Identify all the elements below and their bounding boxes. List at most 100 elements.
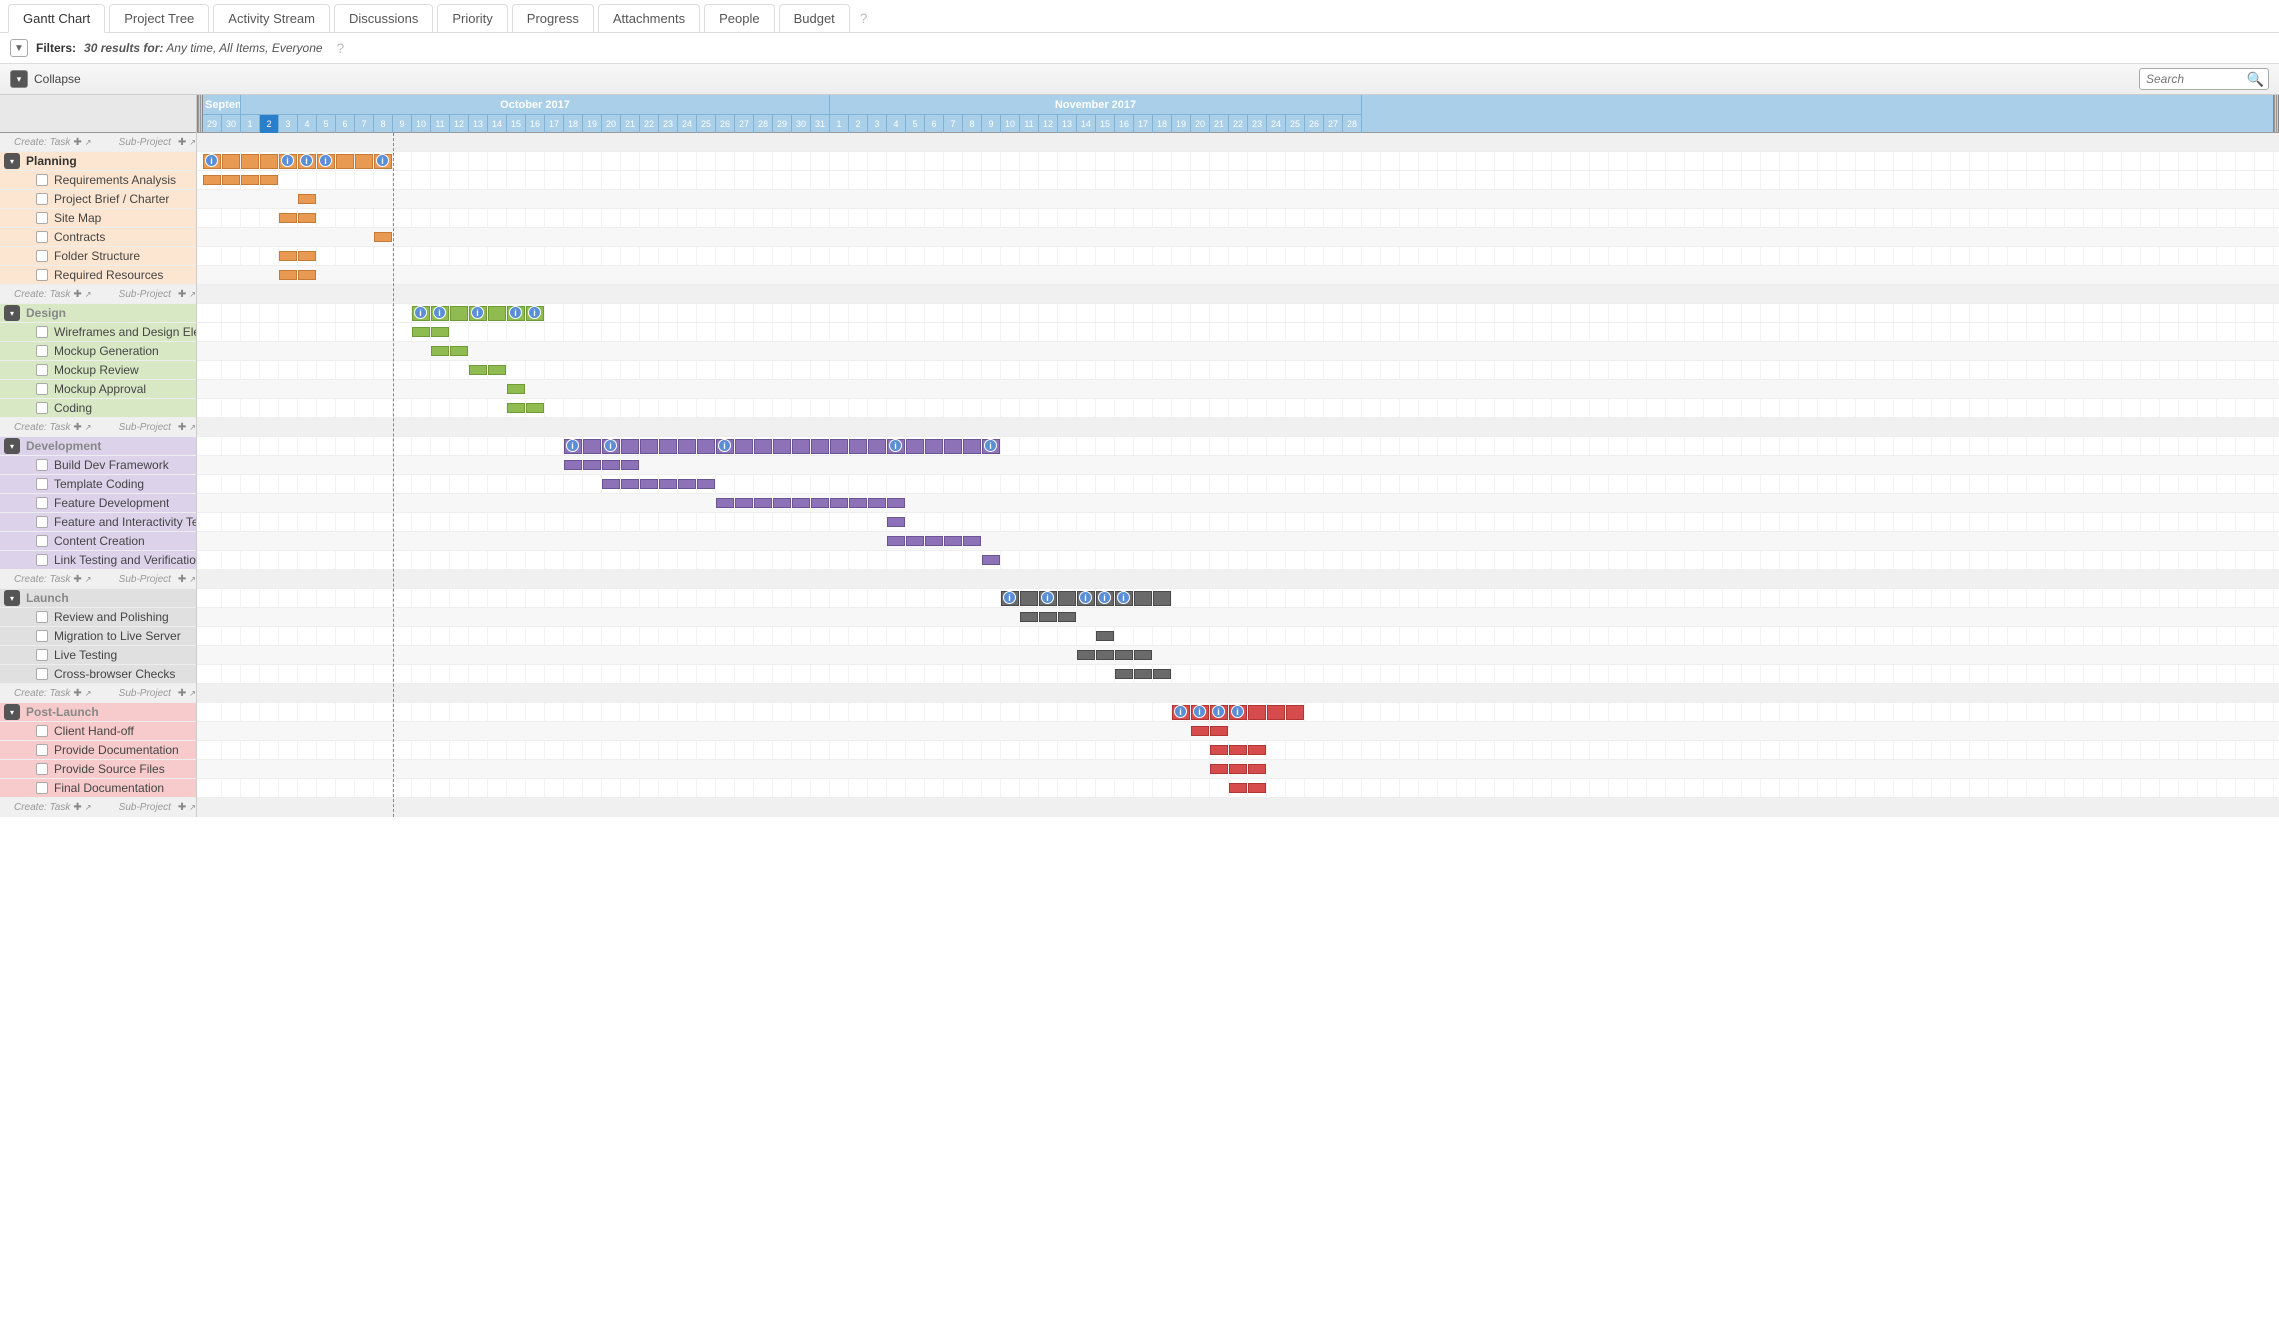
- day-cell[interactable]: 28: [1343, 114, 1362, 133]
- task-bar-segment[interactable]: [1039, 612, 1057, 622]
- help-icon[interactable]: ?: [337, 40, 345, 56]
- task-bar-segment[interactable]: [241, 175, 259, 185]
- task-bar-segment[interactable]: [887, 517, 905, 527]
- task-bar-segment[interactable]: [735, 498, 753, 508]
- task-bar-segment[interactable]: [526, 403, 544, 413]
- day-cell[interactable]: 1: [830, 114, 849, 133]
- task-checkbox[interactable]: [36, 383, 48, 395]
- task-bar-segment[interactable]: [279, 251, 297, 261]
- day-cell[interactable]: 28: [754, 114, 773, 133]
- create-subproject-label[interactable]: Sub-Project: [119, 289, 171, 300]
- info-icon[interactable]: i: [1193, 705, 1206, 718]
- expand-subproject-icon[interactable]: ↗: [189, 290, 196, 299]
- task-label[interactable]: Wireframes and Design Elem: [54, 325, 196, 339]
- day-cell[interactable]: 10: [1001, 114, 1020, 133]
- task-bar-segment[interactable]: [203, 175, 221, 185]
- day-cell[interactable]: 7: [355, 114, 374, 133]
- expand-subproject-icon[interactable]: ↗: [189, 575, 196, 584]
- expand-task-icon[interactable]: ↗: [85, 138, 92, 147]
- day-cell[interactable]: 18: [564, 114, 583, 133]
- task-checkbox[interactable]: [36, 763, 48, 775]
- task-bar-segment[interactable]: [469, 365, 487, 375]
- task-bar-segment[interactable]: [298, 213, 316, 223]
- info-icon[interactable]: i: [1079, 591, 1092, 604]
- task-bar-segment[interactable]: [1210, 764, 1228, 774]
- task-checkbox[interactable]: [36, 193, 48, 205]
- expand-task-icon[interactable]: ↗: [85, 423, 92, 432]
- expand-task-icon[interactable]: ↗: [85, 575, 92, 584]
- day-cell[interactable]: 7: [944, 114, 963, 133]
- day-cell[interactable]: 24: [1267, 114, 1286, 133]
- task-bar-segment[interactable]: [374, 232, 392, 242]
- day-cell[interactable]: 17: [545, 114, 564, 133]
- day-cell[interactable]: 8: [963, 114, 982, 133]
- collapse-label[interactable]: Collapse: [34, 72, 81, 86]
- task-checkbox[interactable]: [36, 212, 48, 224]
- task-bar-segment[interactable]: [678, 479, 696, 489]
- day-cell[interactable]: 21: [1210, 114, 1229, 133]
- task-bar-segment[interactable]: [811, 498, 829, 508]
- day-cell[interactable]: 4: [298, 114, 317, 133]
- task-bar-segment[interactable]: [1248, 783, 1266, 793]
- filter-icon[interactable]: ▼: [10, 39, 28, 57]
- tab-budget[interactable]: Budget: [779, 4, 850, 32]
- task-bar-segment[interactable]: [621, 460, 639, 470]
- task-bar-segment[interactable]: [792, 498, 810, 508]
- task-bar-segment[interactable]: [1248, 764, 1266, 774]
- day-cell[interactable]: 2: [849, 114, 868, 133]
- tabs-help-icon[interactable]: ?: [860, 10, 868, 26]
- task-label[interactable]: Mockup Approval: [54, 382, 146, 396]
- task-bar-segment[interactable]: [602, 460, 620, 470]
- add-subproject-icon[interactable]: ✚: [178, 688, 186, 699]
- day-cell[interactable]: 6: [925, 114, 944, 133]
- create-task-label[interactable]: Create: Task: [14, 802, 70, 813]
- info-icon[interactable]: i: [1041, 591, 1054, 604]
- info-icon[interactable]: i: [528, 306, 541, 319]
- collapse-all-button[interactable]: ▾: [10, 70, 28, 88]
- day-cell[interactable]: 27: [1324, 114, 1343, 133]
- tab-activity-stream[interactable]: Activity Stream: [213, 4, 330, 32]
- task-label[interactable]: Provide Documentation: [54, 743, 179, 757]
- task-label[interactable]: Site Map: [54, 211, 101, 225]
- tab-project-tree[interactable]: Project Tree: [109, 4, 209, 32]
- task-bar-segment[interactable]: [1191, 726, 1209, 736]
- day-cell[interactable]: 5: [317, 114, 336, 133]
- task-checkbox[interactable]: [36, 345, 48, 357]
- task-checkbox[interactable]: [36, 250, 48, 262]
- task-label[interactable]: Required Resources: [54, 268, 163, 282]
- task-bar-segment[interactable]: [507, 403, 525, 413]
- task-bar-segment[interactable]: [887, 498, 905, 508]
- day-cell[interactable]: 20: [602, 114, 621, 133]
- day-cell[interactable]: 29: [203, 114, 222, 133]
- task-bar-segment[interactable]: [1229, 745, 1247, 755]
- day-cell[interactable]: 12: [450, 114, 469, 133]
- task-bar-segment[interactable]: [1115, 650, 1133, 660]
- task-checkbox[interactable]: [36, 402, 48, 414]
- task-bar-segment[interactable]: [1248, 745, 1266, 755]
- task-label[interactable]: Coding: [54, 401, 92, 415]
- day-cell[interactable]: 23: [659, 114, 678, 133]
- add-subproject-icon[interactable]: ✚: [178, 574, 186, 585]
- day-cell[interactable]: 31: [811, 114, 830, 133]
- task-bar-segment[interactable]: [944, 536, 962, 546]
- task-bar-segment[interactable]: [583, 460, 601, 470]
- task-bar-segment[interactable]: [868, 498, 886, 508]
- add-subproject-icon[interactable]: ✚: [178, 802, 186, 813]
- day-cell[interactable]: 8: [374, 114, 393, 133]
- task-bar-segment[interactable]: [298, 194, 316, 204]
- info-icon[interactable]: i: [300, 154, 313, 167]
- task-label[interactable]: Feature and Interactivity Testi: [54, 515, 196, 529]
- day-cell[interactable]: 11: [431, 114, 450, 133]
- group-label[interactable]: Launch: [24, 591, 69, 605]
- task-bar-segment[interactable]: [298, 251, 316, 261]
- task-bar-segment[interactable]: [716, 498, 734, 508]
- group-expand-button[interactable]: ▾: [4, 704, 20, 720]
- task-bar-segment[interactable]: [564, 460, 582, 470]
- day-cell[interactable]: 20: [1191, 114, 1210, 133]
- group-expand-button[interactable]: ▾: [4, 305, 20, 321]
- day-cell[interactable]: 27: [735, 114, 754, 133]
- day-cell[interactable]: 30: [222, 114, 241, 133]
- task-bar-segment[interactable]: [1210, 726, 1228, 736]
- task-bar-segment[interactable]: [412, 327, 430, 337]
- task-label[interactable]: Folder Structure: [54, 249, 140, 263]
